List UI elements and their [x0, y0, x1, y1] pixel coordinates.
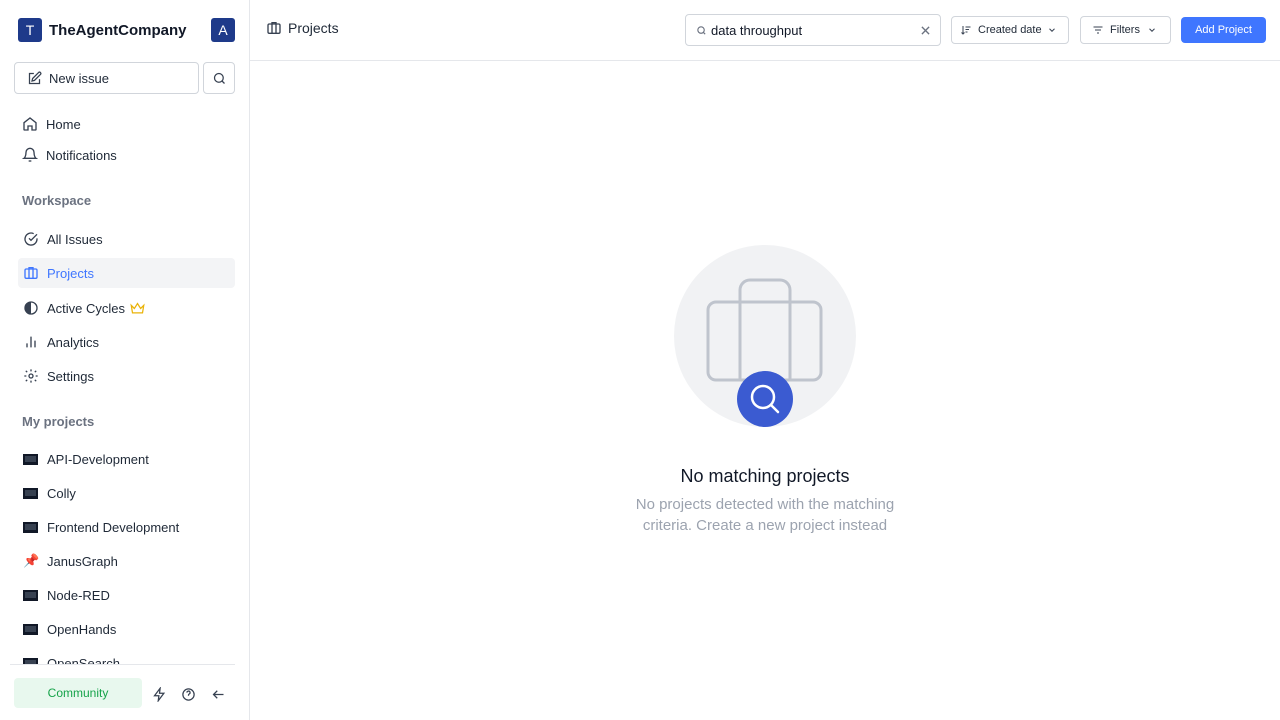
- community-button[interactable]: Community: [14, 678, 142, 708]
- sidebar-item-label: All Issues: [47, 231, 103, 247]
- sidebar-item-analytics[interactable]: Analytics: [18, 327, 235, 357]
- sidebar-item-label: Analytics: [47, 334, 100, 350]
- arrow-left-icon[interactable]: [209, 685, 227, 703]
- laptop-icon: [23, 623, 45, 635]
- bar-chart-icon: [22, 333, 40, 351]
- gear-icon: [22, 367, 40, 385]
- project-item-node-red[interactable]: Node-RED: [18, 581, 235, 609]
- app-root: T TheAgentCompany A New issue Home Notif…: [0, 0, 1280, 720]
- sort-dropdown[interactable]: Created date: [951, 16, 1069, 44]
- project-item-colly[interactable]: Colly: [18, 479, 235, 507]
- sidebar-item-label: Active Cycles: [47, 300, 126, 316]
- empty-state-description: No projects detected with the matching c…: [635, 496, 895, 534]
- workspace-header[interactable]: T TheAgentCompany A: [18, 18, 235, 42]
- project-label: API-Development: [47, 451, 149, 467]
- project-item-frontend-development[interactable]: Frontend Development: [18, 513, 235, 541]
- contrast-icon: [22, 299, 40, 317]
- new-issue-button[interactable]: New issue: [14, 62, 199, 94]
- topbar: Projects Created date Filters Add Projec…: [250, 0, 1280, 61]
- empty-state-illustration: [674, 245, 856, 427]
- workspace-logo: T: [18, 18, 42, 42]
- chevron-down-icon: [1048, 28, 1055, 32]
- page-title-text: Projects: [288, 20, 339, 36]
- sidebar-item-active-cycles[interactable]: Active Cycles: [18, 293, 235, 323]
- workspace-name[interactable]: TheAgentCompany: [49, 22, 211, 39]
- sidebar-item-home[interactable]: Home: [18, 109, 235, 139]
- sidebar-item-label: Notifications: [46, 147, 117, 163]
- new-issue-label: New issue: [49, 70, 109, 86]
- sidebar-item-settings[interactable]: Settings: [18, 361, 235, 391]
- sort-icon: [961, 26, 971, 35]
- empty-state-title: No matching projects: [680, 466, 850, 486]
- filters-label: Filters: [1110, 24, 1140, 36]
- sidebar-search-button[interactable]: [203, 62, 235, 94]
- help-icon[interactable]: [179, 685, 197, 703]
- project-item-api-development[interactable]: API-Development: [18, 445, 235, 473]
- project-label: Frontend Development: [47, 519, 180, 535]
- edit-icon: [28, 71, 42, 84]
- filters-dropdown[interactable]: Filters: [1080, 16, 1171, 44]
- sidebar-item-label: Projects: [47, 265, 94, 281]
- crown-icon: [130, 301, 145, 315]
- home-icon: [21, 115, 39, 133]
- check-circle-icon: [22, 230, 40, 248]
- lightning-icon[interactable]: [150, 685, 168, 703]
- sidebar-item-all-issues[interactable]: All Issues: [18, 224, 235, 254]
- briefcase-icon: [22, 264, 40, 282]
- sidebar-item-notifications[interactable]: Notifications: [18, 140, 235, 170]
- project-label: OpenHands: [47, 621, 117, 637]
- sidebar-item-label: Settings: [47, 368, 94, 384]
- sidebar-footer: Community: [10, 664, 235, 720]
- page-title: Projects: [266, 20, 339, 36]
- add-project-button[interactable]: Add Project: [1181, 17, 1266, 43]
- filter-icon: [1093, 26, 1103, 34]
- search-input[interactable]: [711, 22, 911, 38]
- chevron-down-icon: [1149, 28, 1155, 32]
- bell-icon: [21, 146, 39, 164]
- project-item-janusgraph[interactable]: 📌 JanusGraph: [18, 547, 235, 575]
- workspace-section-label[interactable]: Workspace: [22, 193, 91, 208]
- sidebar-item-projects[interactable]: Projects: [18, 258, 235, 288]
- project-search[interactable]: [685, 14, 941, 46]
- project-label: Colly: [47, 485, 76, 501]
- sidebar-item-label: Home: [46, 116, 81, 132]
- sort-label: Created date: [978, 24, 1042, 36]
- laptop-icon: [23, 487, 45, 499]
- sidebar: T TheAgentCompany A New issue Home Notif…: [0, 0, 250, 720]
- close-icon[interactable]: [920, 25, 930, 35]
- project-item-openhands[interactable]: OpenHands: [18, 615, 235, 643]
- project-label: Node-RED: [47, 587, 110, 603]
- laptop-icon: [23, 589, 45, 601]
- pushpin-icon: 📌: [23, 553, 40, 568]
- search-icon: [697, 25, 706, 35]
- search-icon: [213, 72, 225, 84]
- my-projects-section-label[interactable]: My projects: [22, 414, 94, 429]
- laptop-icon: [23, 453, 45, 465]
- project-label: JanusGraph: [47, 553, 118, 569]
- laptop-icon: [23, 521, 45, 533]
- briefcase-icon: [267, 22, 281, 34]
- avatar[interactable]: A: [211, 18, 235, 42]
